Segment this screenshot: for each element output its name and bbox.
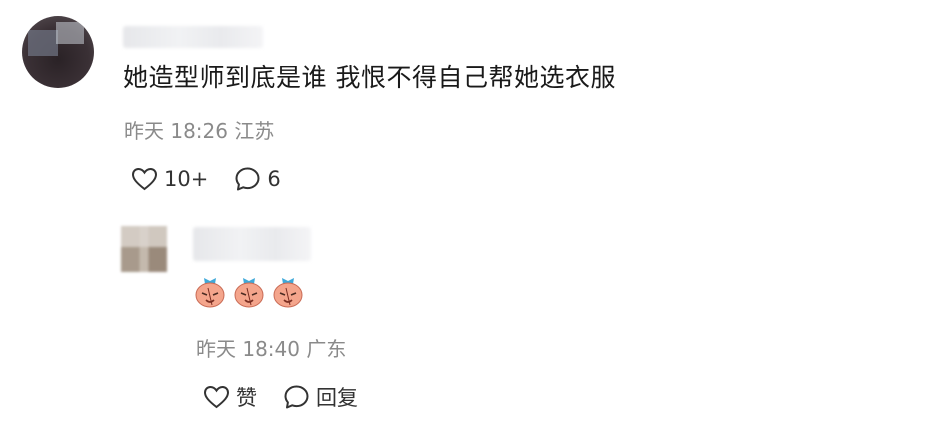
emoji-icon bbox=[195, 278, 225, 308]
reply-username-blurred[interactable] bbox=[193, 227, 311, 261]
comment-meta: 昨天 18:26 江苏 bbox=[124, 117, 274, 145]
reply-meta: 昨天 18:40 广东 bbox=[196, 335, 346, 363]
reply-reply-button[interactable]: 回复 bbox=[283, 382, 358, 412]
reply-time: 昨天 18:40 bbox=[196, 337, 300, 361]
comment-reply-count: 6 bbox=[267, 167, 281, 191]
comment-like-count: 10+ bbox=[164, 167, 209, 191]
comment-like-button[interactable]: 10+ bbox=[131, 167, 208, 191]
reply-like-label: 赞 bbox=[236, 386, 257, 410]
comment-bubble-icon bbox=[284, 385, 309, 409]
comment-bubble-icon bbox=[235, 167, 260, 191]
comment-reply-button[interactable]: 6 bbox=[234, 166, 281, 192]
heart-icon bbox=[131, 167, 158, 191]
emoji-icon bbox=[234, 278, 264, 308]
reply-location: 广东 bbox=[306, 337, 347, 361]
comment-username-blurred[interactable] bbox=[123, 26, 263, 48]
reply-like-button[interactable]: 赞 bbox=[203, 382, 257, 412]
comment-avatar[interactable] bbox=[22, 16, 94, 88]
heart-icon bbox=[203, 385, 230, 409]
emoji-icon bbox=[273, 278, 303, 308]
reply-emoji-content bbox=[194, 274, 311, 308]
reply-actions: 赞 回复 bbox=[203, 382, 384, 412]
comment-time: 昨天 18:26 bbox=[124, 119, 228, 143]
reply-reply-label: 回复 bbox=[316, 386, 358, 410]
comment-actions: 10+ 6 bbox=[131, 166, 307, 192]
reply-avatar[interactable] bbox=[121, 226, 167, 272]
comment-location: 江苏 bbox=[234, 119, 275, 143]
comment-text: 她造型师到底是谁 我恨不得自己帮她选衣服 bbox=[123, 63, 616, 92]
